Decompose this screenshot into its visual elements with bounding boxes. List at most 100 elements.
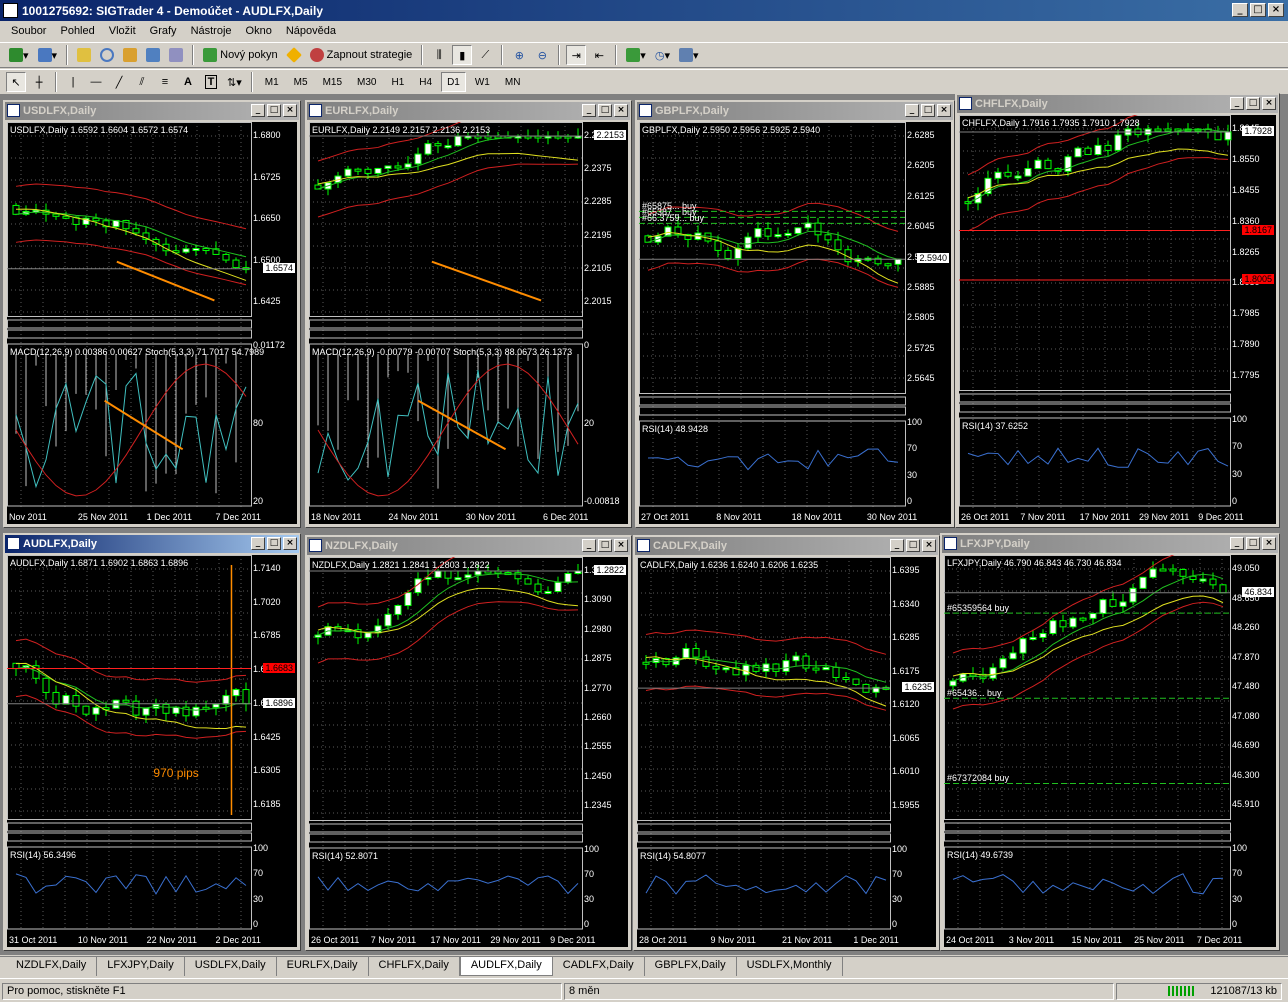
menu-charts[interactable]: Grafy (143, 25, 184, 37)
zoom-out-button[interactable]: ⊖ (532, 45, 552, 65)
menu-tools[interactable]: Nástroje (184, 25, 239, 37)
minimize-icon[interactable]: _ (582, 539, 596, 552)
text-label-button[interactable]: T (201, 72, 221, 92)
minimize-icon[interactable]: _ (890, 539, 904, 552)
chart-canvas[interactable]: USDLFX,Daily 1.6592 1.6604 1.6572 1.6574… (7, 122, 297, 524)
fibonacci-button[interactable]: ≡ (155, 72, 175, 92)
periods-button[interactable]: ◷ ▾ (652, 45, 673, 65)
tab-gbplfx[interactable]: GBPLFX,Daily (645, 957, 737, 976)
timeframe-m1[interactable]: M1 (259, 72, 285, 92)
data-window-button[interactable] (97, 45, 117, 65)
close-icon[interactable]: × (614, 104, 628, 117)
candle-chart-button[interactable]: ▮ (452, 45, 473, 65)
timeframe-mn[interactable]: MN (499, 72, 527, 92)
tab-usdlfx[interactable]: USDLFX,Daily (185, 957, 277, 976)
minimize-icon[interactable]: _ (905, 104, 919, 117)
chart-window-title[interactable]: AUDLFX,Daily _ □ × (5, 535, 299, 553)
terminal-button[interactable] (143, 45, 163, 65)
chart-canvas[interactable]: GBPLFX,Daily 2.5950 2.5956 2.5925 2.5940… (639, 122, 951, 524)
maximize-icon[interactable]: □ (906, 539, 920, 552)
order-label[interactable]: #65359564 buy (947, 603, 1009, 613)
tab-eurlfx[interactable]: EURLFX,Daily (277, 957, 369, 976)
order-label[interactable]: #65436... buy (947, 688, 1002, 698)
close-icon[interactable]: × (283, 537, 297, 550)
text-button[interactable]: A (178, 72, 198, 92)
chart-window-title[interactable]: CHFLFX,Daily _ □ × (957, 95, 1278, 113)
chart-canvas[interactable]: CHFLFX,Daily 1.7916 1.7935 1.7910 1.7928… (959, 115, 1276, 524)
chart-canvas[interactable]: NZDLFX,Daily 1.2821 1.2841 1.2803 1.2822… (309, 557, 628, 947)
strategies-button[interactable]: Zapnout strategie (307, 45, 416, 65)
trendline-button[interactable]: ╱ (109, 72, 129, 92)
tab-nzdlfx[interactable]: NZDLFX,Daily (6, 957, 98, 976)
cursor-button[interactable]: ↖ (6, 72, 26, 92)
arrows-button[interactable]: ⇅▾ (224, 72, 245, 92)
minimize-icon[interactable]: _ (582, 104, 596, 117)
menu-insert[interactable]: Vložit (102, 25, 143, 37)
zoom-in-button[interactable]: ⊕ (509, 45, 529, 65)
timeframe-m30[interactable]: M30 (351, 72, 382, 92)
tab-chflfx[interactable]: CHFLFX,Daily (369, 957, 460, 976)
chart-canvas[interactable]: CADLFX,Daily 1.6236 1.6240 1.6206 1.6235… (637, 557, 936, 947)
new-chart-button[interactable]: ▾ (6, 45, 32, 65)
maximize-icon[interactable]: □ (921, 104, 935, 117)
horizontal-line-button[interactable]: — (86, 72, 106, 92)
maximize-icon[interactable]: □ (1246, 537, 1260, 550)
bar-chart-button[interactable]: ⫼ (429, 45, 449, 65)
tab-cadlfx[interactable]: CADLFX,Daily (553, 957, 645, 976)
chart-shift-button[interactable]: ⇤ (589, 45, 609, 65)
line-chart-button[interactable]: ⟋ (475, 45, 495, 65)
tab-audlfx[interactable]: AUDLFX,Daily (459, 957, 553, 976)
chart-window-gbplfx[interactable]: GBPLFX,Daily _ □ × GBPLFX,Daily 2.5950 2.595… (635, 100, 955, 528)
chart-window-title[interactable]: NZDLFX,Daily _ □ × (307, 537, 630, 555)
minimize-icon[interactable]: _ (1230, 97, 1244, 110)
maximize-icon[interactable]: □ (598, 539, 612, 552)
order-label[interactable]: #67372084 buy (947, 773, 1009, 783)
minimize-icon[interactable]: _ (251, 104, 265, 117)
chart-canvas[interactable]: EURLFX,Daily 2.2149 2.2157 2.2136 2.2153… (309, 122, 628, 524)
vertical-line-button[interactable]: | (63, 72, 83, 92)
chart-window-title[interactable]: CADLFX,Daily _ □ × (635, 537, 938, 555)
close-icon[interactable]: × (1262, 97, 1276, 110)
profiles-button[interactable]: ▾ (35, 45, 61, 65)
maximize-icon[interactable]: □ (267, 104, 281, 117)
chart-window-lfxjpy[interactable]: LFXJPY,Daily _ □ × LFXJPY,Daily 46.790 46.84… (940, 533, 1280, 951)
market-watch-button[interactable] (74, 45, 94, 65)
maximize-icon[interactable]: □ (267, 537, 281, 550)
chart-window-audlfx[interactable]: AUDLFX,Daily _ □ × AUDLFX,Daily 1.6871 1.690… (3, 533, 301, 951)
chart-window-eurlfx[interactable]: EURLFX,Daily _ □ × EURLFX,Daily 2.2149 2.215… (305, 100, 632, 528)
minimize-icon[interactable]: _ (251, 537, 265, 550)
meta-editor-button[interactable] (284, 45, 304, 65)
close-icon[interactable]: × (937, 104, 951, 117)
chart-canvas[interactable]: AUDLFX,Daily 1.6871 1.6902 1.6863 1.6896… (7, 555, 297, 947)
chart-window-chflfx[interactable]: CHFLFX,Daily _ □ × CHFLFX,Daily 1.7916 1.793… (955, 93, 1280, 528)
timeframe-m15[interactable]: M15 (317, 72, 348, 92)
close-icon[interactable]: × (1268, 3, 1284, 17)
timeframe-h1[interactable]: H1 (385, 72, 410, 92)
maximize-icon[interactable]: □ (1246, 97, 1260, 110)
timeframe-m5[interactable]: M5 (288, 72, 314, 92)
minimize-icon[interactable]: _ (1232, 3, 1248, 17)
maximize-icon[interactable]: □ (1250, 3, 1266, 17)
chart-canvas[interactable]: LFXJPY,Daily 46.790 46.843 46.730 46.834… (944, 555, 1276, 947)
chart-window-title[interactable]: LFXJPY,Daily _ □ × (942, 535, 1278, 553)
menu-window[interactable]: Okno (239, 25, 279, 37)
new-order-button[interactable]: Nový pokyn (200, 45, 281, 65)
timeframe-d1[interactable]: D1 (441, 72, 466, 92)
indicators-button[interactable]: ▾ (623, 45, 649, 65)
tab-usdlfx-monthly[interactable]: USDLFX,Monthly (737, 957, 843, 976)
chart-window-cadlfx[interactable]: CADLFX,Daily _ □ × CADLFX,Daily 1.6236 1.624… (633, 535, 940, 951)
crosshair-button[interactable]: ┼ (29, 72, 49, 92)
autoscroll-button[interactable]: ⇥ (566, 45, 587, 65)
order-label[interactable]: #66.3759... buy (642, 213, 704, 223)
equidistant-channel-button[interactable]: ⫽ (132, 72, 152, 92)
close-icon[interactable]: × (283, 104, 297, 117)
chart-window-title[interactable]: USDLFX,Daily _ □ × (5, 102, 299, 120)
chart-window-title[interactable]: GBPLFX,Daily _ □ × (637, 102, 953, 120)
chart-window-nzdlfx[interactable]: NZDLFX,Daily _ □ × NZDLFX,Daily 1.2821 1.284… (305, 535, 632, 951)
timeframe-w1[interactable]: W1 (469, 72, 496, 92)
close-icon[interactable]: × (1262, 537, 1276, 550)
tester-button[interactable] (166, 45, 186, 65)
chart-window-usdlfx[interactable]: USDLFX,Daily _ □ × USDLFX,Daily 1.6592 1.660… (3, 100, 301, 528)
tab-lfxjpy[interactable]: LFXJPY,Daily (97, 957, 185, 976)
menu-help[interactable]: Nápověda (279, 25, 343, 37)
